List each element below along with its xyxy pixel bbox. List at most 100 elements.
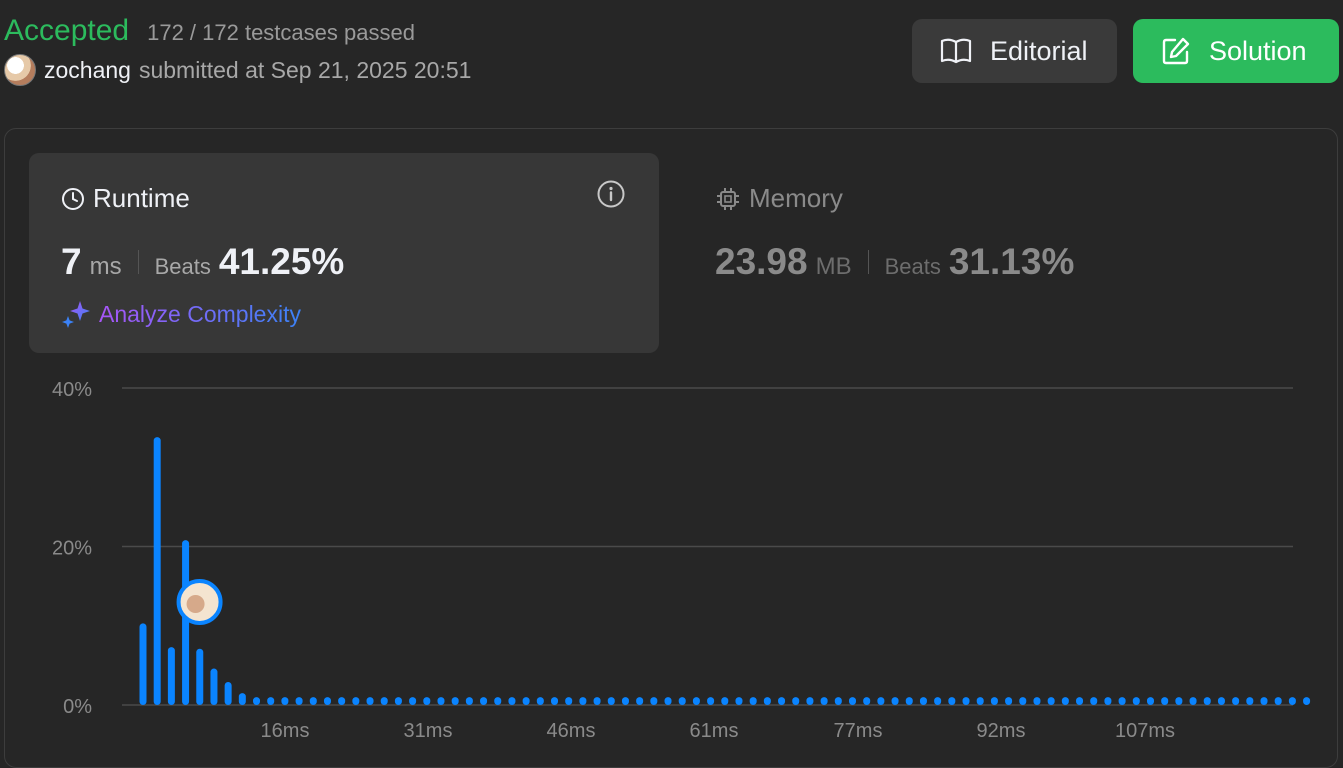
chart-bar[interactable] <box>707 697 715 705</box>
chart-bar[interactable] <box>749 697 757 705</box>
chart-bar[interactable] <box>1090 697 1098 705</box>
chart-bar[interactable] <box>962 697 970 705</box>
chart-bar[interactable] <box>182 540 190 705</box>
marker-avatar-face <box>186 595 205 613</box>
chart-bar[interactable] <box>678 697 686 705</box>
chart-bar[interactable] <box>281 697 289 705</box>
chart-bar[interactable] <box>409 697 417 705</box>
chart-bar[interactable] <box>1161 697 1169 705</box>
chart-bar[interactable] <box>891 697 899 705</box>
chart-bar[interactable] <box>948 697 956 705</box>
chart-bar[interactable] <box>139 623 147 705</box>
runtime-distribution-chart[interactable]: 0% 20% 40% 16ms 31ms 46ms 61ms 77ms 92ms 107ms <box>0 370 1343 740</box>
chart-bar[interactable] <box>309 697 317 705</box>
chart-bar[interactable] <box>1232 697 1240 705</box>
chart-bar[interactable] <box>1132 697 1140 705</box>
chart-bar[interactable] <box>267 697 275 705</box>
chart-bar[interactable] <box>763 697 771 705</box>
chart-bar[interactable] <box>338 697 346 705</box>
chart-bar[interactable] <box>1061 697 1069 705</box>
chart-bar[interactable] <box>806 697 814 705</box>
chart-bar[interactable] <box>976 697 984 705</box>
chart-bar[interactable] <box>863 697 871 705</box>
chart-bar[interactable] <box>380 697 388 705</box>
chart-bar[interactable] <box>522 697 530 705</box>
user-avatar[interactable] <box>4 54 36 86</box>
chart-bar[interactable] <box>1005 697 1013 705</box>
chart-bar[interactable] <box>1303 697 1311 705</box>
chart-bar[interactable] <box>323 697 331 705</box>
edit-icon <box>1162 37 1190 65</box>
chart-bar[interactable] <box>153 437 161 705</box>
chart-bar[interactable] <box>664 697 672 705</box>
y-tick-label: 0% <box>63 696 92 718</box>
chart-bar[interactable] <box>451 697 459 705</box>
chart-bar[interactable] <box>990 697 998 705</box>
chart-bar[interactable] <box>1260 697 1268 705</box>
chart-bar[interactable] <box>167 647 175 705</box>
analyze-complexity-button[interactable]: Analyze Complexity <box>61 299 301 329</box>
chart-bar[interactable] <box>494 697 502 705</box>
chart-bar[interactable] <box>877 697 885 705</box>
chart-bar[interactable] <box>295 697 303 705</box>
chart-bar[interactable] <box>508 697 516 705</box>
chart-bar[interactable] <box>1217 697 1225 705</box>
chart-bar[interactable] <box>1104 697 1112 705</box>
chart-bar[interactable] <box>423 697 431 705</box>
chart-bar[interactable] <box>1203 697 1211 705</box>
chart-bar[interactable] <box>1189 697 1197 705</box>
status-label: Accepted <box>4 14 130 47</box>
chart-bar[interactable] <box>224 682 232 705</box>
user-runtime-marker[interactable] <box>176 579 223 625</box>
chart-bar[interactable] <box>792 697 800 705</box>
chart-bar[interactable] <box>919 697 927 705</box>
editorial-button[interactable]: Editorial <box>912 19 1117 83</box>
chart-bar[interactable] <box>366 697 374 705</box>
chart-bar[interactable] <box>905 697 913 705</box>
chart-bar[interactable] <box>238 693 246 705</box>
chart-bar[interactable] <box>834 697 842 705</box>
chart-bar[interactable] <box>551 697 559 705</box>
chart-bar[interactable] <box>735 697 743 705</box>
submitted-time: submitted at Sep 21, 2025 20:51 <box>138 56 472 83</box>
runtime-card[interactable]: Runtime 7 ms Beats 41.25% Analyze Comple… <box>29 153 659 353</box>
chart-bar[interactable] <box>196 648 204 705</box>
chart-bar[interactable] <box>934 697 942 705</box>
book-icon <box>940 38 972 64</box>
chart-bar[interactable] <box>820 697 828 705</box>
solution-button[interactable]: Solution <box>1133 19 1339 83</box>
chart-bar[interactable] <box>1033 697 1041 705</box>
chart-bar[interactable] <box>536 697 544 705</box>
chart-bar[interactable] <box>465 697 473 705</box>
chart-bar[interactable] <box>394 697 402 705</box>
chart-bar[interactable] <box>721 697 729 705</box>
chart-bar[interactable] <box>1047 697 1055 705</box>
chart-bar[interactable] <box>636 697 644 705</box>
chart-bar[interactable] <box>778 697 786 705</box>
chart-bar[interactable] <box>621 697 629 705</box>
chart-bar[interactable] <box>1118 697 1126 705</box>
chart-bar[interactable] <box>1246 697 1254 705</box>
chart-bar[interactable] <box>437 697 445 705</box>
chart-bar[interactable] <box>1146 697 1154 705</box>
chart-bar[interactable] <box>352 697 360 705</box>
chart-bar[interactable] <box>480 697 488 705</box>
chart-bar[interactable] <box>849 697 856 705</box>
runtime-beats-label: Beats <box>154 254 211 279</box>
chart-bar[interactable] <box>210 668 218 705</box>
chart-bar[interactable] <box>692 697 700 705</box>
chart-bar[interactable] <box>1076 697 1084 705</box>
chart-bar[interactable] <box>253 697 261 705</box>
chart-bar[interactable] <box>565 697 573 705</box>
chart-bar[interactable] <box>1274 697 1282 705</box>
chart-bar[interactable] <box>579 697 587 705</box>
chart-bar[interactable] <box>650 697 658 705</box>
chart-bar[interactable] <box>593 697 601 705</box>
memory-card[interactable]: Memory 23.98 MB Beats 31.13% <box>683 153 1313 353</box>
chart-bar[interactable] <box>1175 697 1183 705</box>
username-link[interactable]: zochang <box>44 57 131 84</box>
chart-bar[interactable] <box>1019 697 1027 705</box>
chart-bar[interactable] <box>1288 697 1296 705</box>
info-icon[interactable] <box>596 179 626 214</box>
chart-bar[interactable] <box>607 697 615 705</box>
